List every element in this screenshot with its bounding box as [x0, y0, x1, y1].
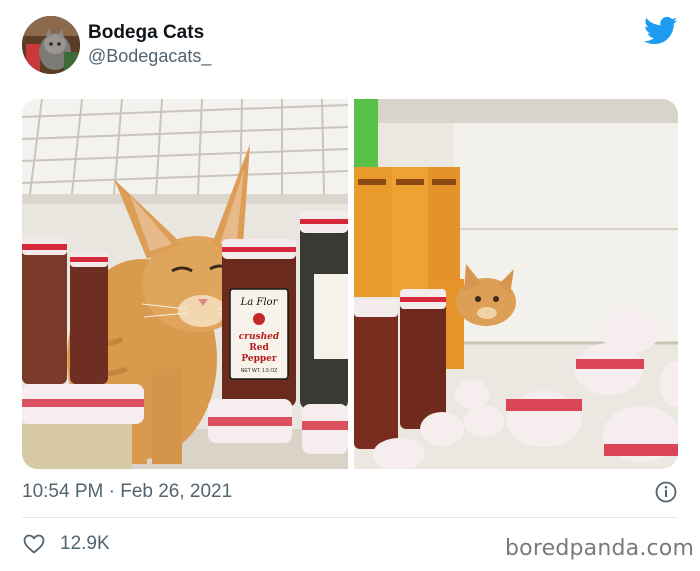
jar-brand-label: La Flor	[240, 297, 279, 308]
user-handle[interactable]: @Bodegacats_	[88, 46, 211, 67]
twitter-bird-icon[interactable]	[644, 16, 678, 46]
like-count[interactable]: 12.9K	[60, 533, 110, 555]
tweet-media[interactable]: La Flor crushed Red Pepper NET WT. 1.5 O…	[22, 99, 678, 469]
jar-label-line1: crushed	[239, 332, 280, 342]
jar-label-line2: Red	[249, 343, 269, 353]
jar-label-line3: Pepper	[241, 354, 277, 364]
photo-cat-on-shelf[interactable]: La Flor crushed Red Pepper NET WT. 1.5 O…	[22, 99, 348, 469]
avatar[interactable]	[22, 16, 80, 74]
jar-net-weight: NET WT. 1.5 OZ	[241, 368, 278, 374]
tweet-timestamp[interactable]: 10:54 PM · Feb 26, 2021	[22, 481, 232, 503]
tweet-card: Bodega Cats @Bodegacats_ La Flor crushed…	[0, 0, 700, 571]
watermark: boredpanda.com	[505, 536, 695, 561]
display-name[interactable]: Bodega Cats	[88, 22, 204, 44]
divider	[22, 517, 678, 518]
info-circle-icon[interactable]	[654, 480, 678, 504]
photo-cat-peeking[interactable]	[354, 99, 678, 469]
heart-outline-icon[interactable]	[22, 532, 46, 556]
